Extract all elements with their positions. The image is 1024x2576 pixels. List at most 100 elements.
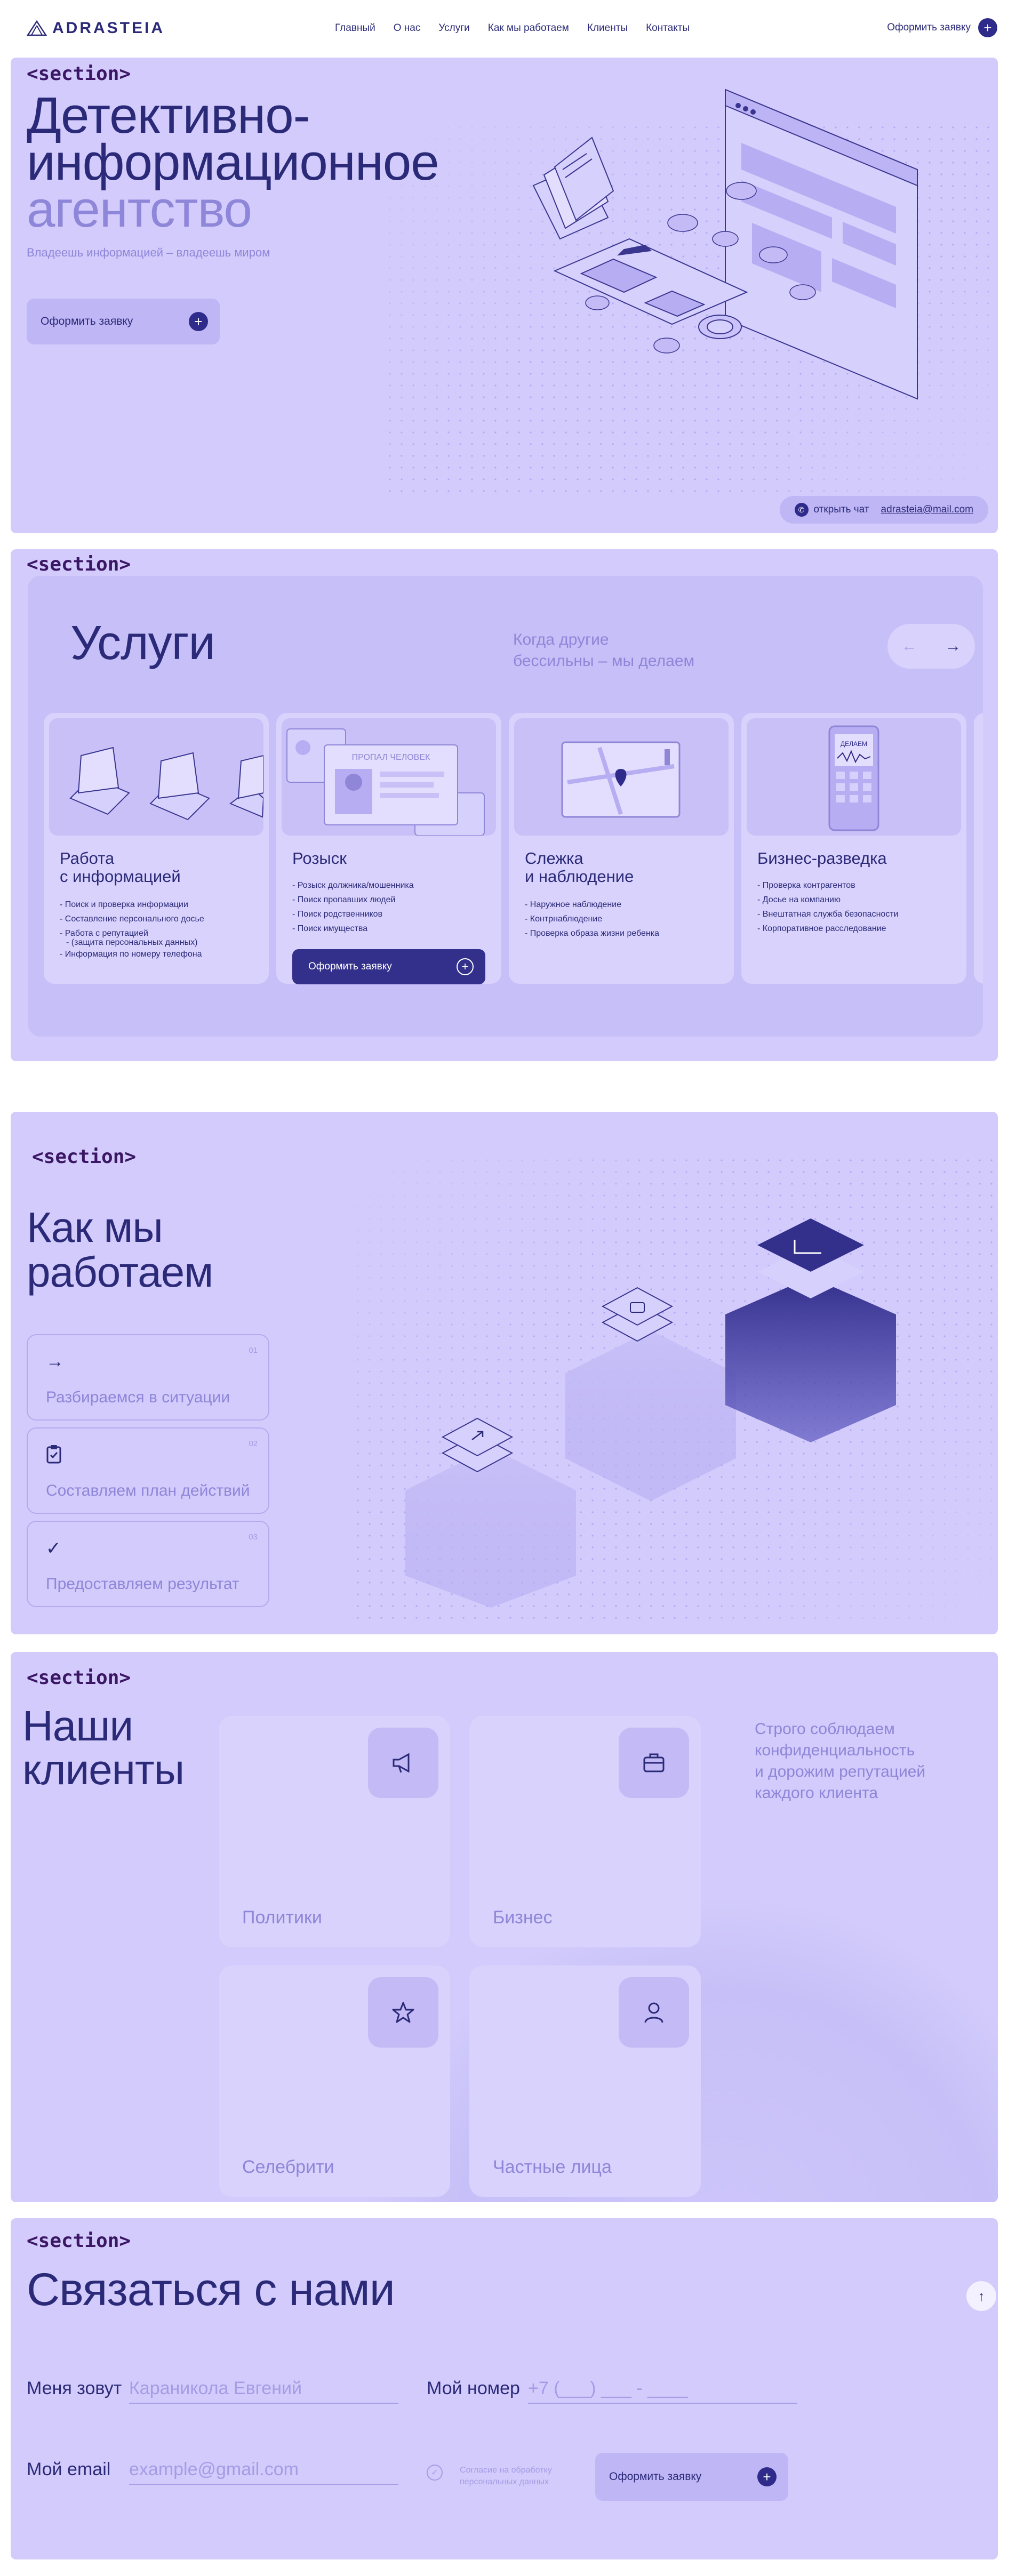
- nav-clients[interactable]: Клиенты: [587, 22, 628, 34]
- arrow-left-icon[interactable]: ←: [901, 637, 917, 655]
- consent-line: персональных данных: [460, 2477, 549, 2486]
- section-tag: <section>: [27, 553, 131, 575]
- whatsapp-icon: ✆: [794, 503, 809, 517]
- name-input[interactable]: [129, 2374, 398, 2404]
- contact-pill: ✆ открыть чат adrasteia@mail.com: [779, 496, 988, 524]
- email-input[interactable]: [129, 2455, 398, 2485]
- logo[interactable]: ADRASTEIA: [27, 19, 165, 37]
- client-card: Селебрити: [219, 1965, 450, 2197]
- step-card: 02 Составляем план действий: [27, 1427, 269, 1514]
- list-item: Поиск и проверка информации: [60, 897, 204, 912]
- person-icon: [619, 1977, 689, 2048]
- scroll-up-button[interactable]: ↑: [966, 2281, 996, 2311]
- client-label: Бизнес: [493, 1907, 553, 1928]
- note-line: Когда другие: [513, 631, 609, 648]
- arrow-right-icon[interactable]: →: [945, 637, 961, 655]
- card-title-line: с информацией: [60, 867, 181, 886]
- hero-apply-label: Оформить заявку: [41, 315, 133, 327]
- email-link[interactable]: adrasteia@mail.com: [881, 504, 973, 516]
- nav-services[interactable]: Услуги: [438, 22, 469, 34]
- folders-illustration: [49, 718, 263, 836]
- header-apply-button[interactable]: Оформить заявку +: [887, 18, 997, 37]
- hero-title: Детективно- информационное агентство: [27, 87, 439, 238]
- nav-home[interactable]: Главный: [335, 22, 375, 34]
- logo-mark-icon: [27, 20, 47, 36]
- list-item: (защита персональных данных): [60, 938, 204, 947]
- services-title: Услуги: [70, 616, 215, 670]
- missing-person-illustration: ПРОПАЛ ЧЕЛОВЕК: [282, 718, 496, 836]
- service-card[interactable]: ПРОПАЛ ЧЕЛОВЕК Розыск Розыск должника/мо…: [276, 713, 501, 984]
- list-item: Информация по номеру телефона: [60, 947, 204, 961]
- service-card[interactable]: ДЕЛАЕМ Бизнес-разведка Проверка контраге…: [741, 713, 966, 984]
- hero-title-line: информационное: [27, 134, 439, 191]
- missing-poster-icon: ПРОПАЛ ЧЕЛОВЕК: [286, 728, 485, 836]
- chat-link[interactable]: ✆ открыть чат: [794, 503, 869, 517]
- card-apply-button[interactable]: Оформить заявку +: [292, 949, 485, 984]
- map-illustration: [514, 718, 729, 836]
- card-title-line: Розыск: [292, 849, 347, 868]
- arrow-right-icon: →: [46, 1351, 64, 1371]
- step-text: Составляем план действий: [46, 1482, 250, 1499]
- step-card: → 01 Разбираемся в ситуации: [27, 1334, 269, 1421]
- poster-text: ПРОПАЛ ЧЕЛОВЕК: [352, 753, 430, 762]
- service-card[interactable]: Слежка и наблюдение Наружное наблюдение …: [509, 713, 734, 984]
- client-card: Частные лица: [469, 1965, 701, 2197]
- hero-title-line: агентство: [27, 181, 252, 238]
- submit-button[interactable]: Оформить заявку +: [595, 2453, 788, 2501]
- service-card-partial: [974, 713, 983, 984]
- section-tag: <section>: [27, 2230, 131, 2252]
- megaphone-icon: [368, 1728, 438, 1798]
- plus-icon: +: [978, 18, 997, 37]
- card-title-line: Бизнес-разведка: [757, 849, 887, 868]
- hero-apply-button[interactable]: Оформить заявку +: [27, 299, 220, 344]
- clients-title-line: клиенты: [22, 1746, 185, 1793]
- consent-checkbox[interactable]: ✓: [427, 2465, 443, 2481]
- phone-input[interactable]: [528, 2374, 797, 2404]
- briefcase-icon: [619, 1728, 689, 1798]
- client-label: Селебрити: [242, 2157, 334, 2177]
- client-card: Политики: [219, 1716, 450, 1947]
- submit-label: Оформить заявку: [609, 2470, 702, 2483]
- contact-section: <section> Связаться с нами ↑ Меня зовут …: [11, 2218, 998, 2559]
- step-card: ✓ 03 Предоставляем результат: [27, 1521, 269, 1607]
- client-card: Бизнес: [469, 1716, 701, 1947]
- consent-text: Согласие на обработку персональных данны…: [460, 2465, 552, 2488]
- hero-illustration: [532, 89, 918, 400]
- nav-how-we-work[interactable]: Как мы работаем: [488, 22, 569, 34]
- how-title-line: работаем: [27, 1248, 213, 1296]
- card-list: Наружное наблюдение Контрнаблюдение Пров…: [525, 897, 659, 941]
- phone-illustration: ДЕЛАЕМ: [747, 718, 961, 836]
- card-title-line: Слежка: [525, 849, 583, 868]
- client-label: Политики: [242, 1907, 322, 1928]
- services-section: <section> Услуги Когда другие бессильны …: [11, 549, 998, 1061]
- chat-label: открыть чат: [813, 504, 869, 515]
- clients-note: Строго соблюдаем конфиденциальность и до…: [755, 1719, 925, 1804]
- blocks-illustration: [405, 1218, 896, 1608]
- list-item: Поиск пропавших людей: [292, 893, 414, 907]
- step-text: Предоставляем результат: [46, 1575, 239, 1593]
- star-icon: [368, 1977, 438, 2048]
- card-title-line: Работа: [60, 849, 115, 868]
- step-number: 02: [249, 1439, 258, 1448]
- services-container: Услуги Когда другие бессильны – мы делае…: [28, 576, 983, 1037]
- hero-title-line: Детективно-: [27, 87, 310, 144]
- service-card[interactable]: Работа с информацией Поиск и проверка ин…: [44, 713, 269, 984]
- folders-icon: [69, 747, 263, 821]
- card-title-line: и наблюдение: [525, 867, 634, 886]
- nav-about[interactable]: О нас: [394, 22, 421, 34]
- main-nav: Главный О нас Услуги Как мы работаем Кли…: [335, 22, 690, 34]
- email-label: Мой email: [27, 2459, 111, 2479]
- note-line: Строго соблюдаем: [755, 1720, 895, 1738]
- contact-title: Связаться с нами: [27, 2264, 395, 2315]
- list-item: Розыск должника/мошенника: [292, 878, 414, 893]
- list-item: Корпоративное расследование: [757, 921, 899, 936]
- step-number: 03: [249, 1532, 258, 1542]
- nav-contacts[interactable]: Контакты: [646, 22, 690, 34]
- services-note: Когда другие бессильны – мы делаем: [513, 629, 694, 672]
- phone-text: ДЕЛАЕМ: [841, 740, 867, 748]
- phone-icon: ДЕЛАЕМ: [828, 725, 879, 831]
- note-line: и дорожим репутацией: [755, 1763, 926, 1780]
- logo-text: ADRASTEIA: [52, 19, 165, 37]
- plus-icon: +: [757, 2467, 777, 2486]
- list-item: Досье на компанию: [757, 893, 899, 907]
